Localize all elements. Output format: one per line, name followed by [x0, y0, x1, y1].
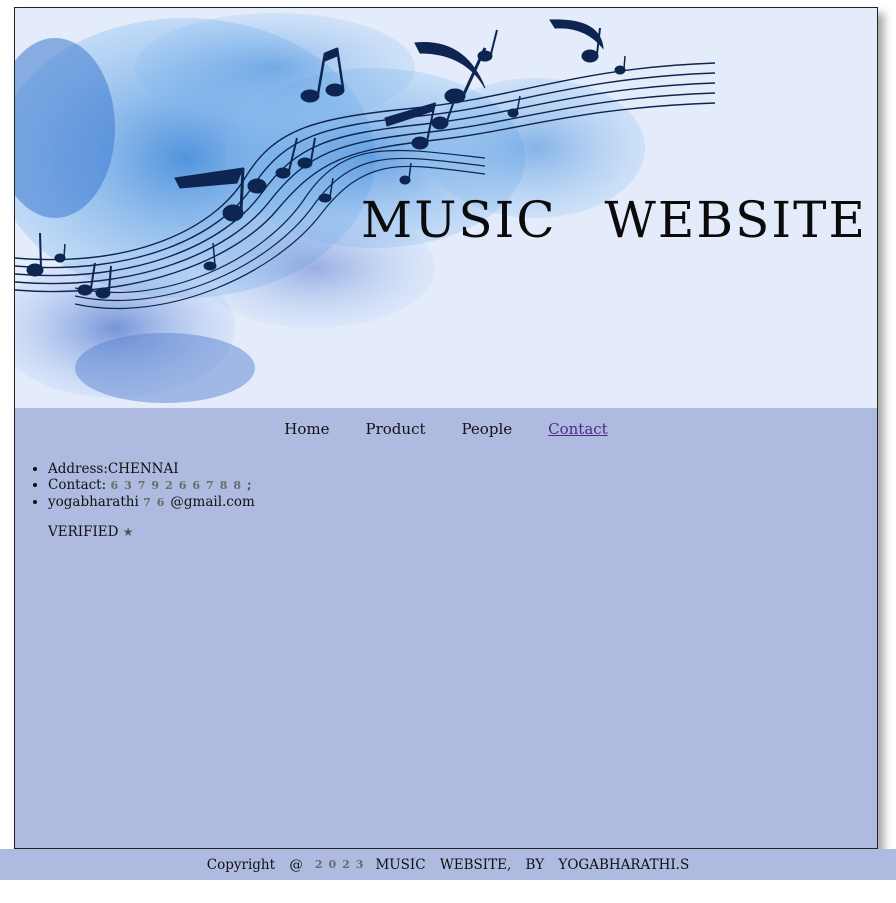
- nav-people[interactable]: People: [462, 420, 513, 438]
- email-prefix: yogabharathi: [48, 494, 139, 510]
- banner: MUSIC WEBSITE: [15, 8, 877, 408]
- phone-number: 6379266788: [110, 479, 248, 492]
- email-digits: 76: [143, 496, 171, 509]
- verified-badge: VERIFIED ★: [48, 524, 134, 540]
- page-frame: MUSIC WEBSITE Home Product People Contac…: [14, 7, 878, 849]
- list-item: Address:CHENNAI: [48, 461, 255, 477]
- nav-contact[interactable]: Contact: [548, 420, 608, 438]
- phone-suffix: ;: [247, 477, 252, 493]
- list-item: Contact: 6379266788;: [48, 477, 255, 494]
- nav-home[interactable]: Home: [284, 420, 329, 438]
- site-title: MUSIC WEBSITE: [361, 191, 867, 249]
- verified-label: VERIFIED: [48, 524, 119, 540]
- main-nav: Home Product People Contact: [15, 420, 877, 438]
- copyright-year: 2023: [314, 858, 370, 871]
- contact-list: Address:CHENNAI Contact: 6379266788; yog…: [34, 461, 255, 511]
- phone-label: Contact:: [48, 477, 107, 493]
- list-item: yogabharathi 76@gmail.com: [48, 494, 255, 511]
- address-text: Address:CHENNAI: [48, 461, 179, 477]
- nav-product[interactable]: Product: [366, 420, 426, 438]
- star-icon: ★: [122, 525, 134, 539]
- footer-text: MUSIC WEBSITE, BY YOGABHARATHI.S: [375, 856, 690, 873]
- email-suffix: @gmail.com: [170, 494, 255, 510]
- footer: Copyright @ 2023 MUSIC WEBSITE, BY YOGAB…: [0, 849, 896, 880]
- copyright-label: Copyright @: [206, 856, 303, 873]
